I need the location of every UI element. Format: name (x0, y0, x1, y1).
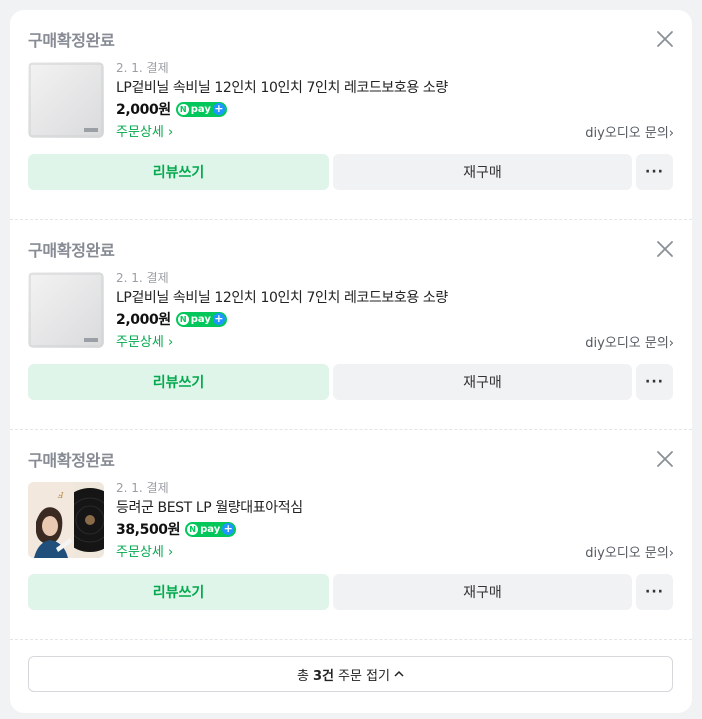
npay-n-icon: N (177, 103, 189, 115)
album-cover-thumbnail[interactable]: Ⅎ (28, 482, 104, 558)
product-price: 2,000원 (116, 312, 171, 328)
seller-inquiry-label: diy오디오 문의 (585, 126, 669, 141)
seller-inquiry-label: diy오디오 문의 (585, 336, 669, 351)
close-icon[interactable] (653, 237, 677, 261)
write-review-button[interactable]: 리뷰쓰기 (28, 364, 329, 400)
order-detail-link[interactable]: 주문상세 › (116, 331, 173, 350)
order-status: 구매확정완료 (28, 31, 115, 50)
order-detail-link[interactable]: 주문상세 › (116, 541, 173, 560)
order-detail-label: 주문상세 (116, 335, 164, 350)
npay-plus-icon: + (212, 102, 225, 115)
order-history-panel: 구매확정완료 2. 1. 결제 LP겉비닐 속비닐 12인치 10인치 7인치 … (10, 10, 692, 713)
product-thumbnail[interactable] (28, 272, 104, 348)
chevron-right-icon: › (668, 546, 674, 561)
write-review-button[interactable]: 리뷰쓰기 (28, 154, 329, 190)
npay-n-icon: N (177, 313, 189, 325)
chevron-right-icon: › (668, 126, 674, 141)
npay-badge: N pay + (175, 101, 227, 117)
fold-prefix: 총 (297, 668, 309, 684)
rebuy-button[interactable]: 재구매 (333, 154, 632, 190)
npay-plus-icon: + (212, 312, 225, 325)
collapse-orders-button[interactable]: 총 3건 주문 접기 (28, 656, 673, 692)
fold-label: 주문 접기 (338, 668, 390, 684)
npay-label: pay (190, 313, 211, 325)
order-count: 3건 (312, 668, 334, 684)
order-detail-link[interactable]: 주문상세 › (116, 121, 173, 140)
chevron-right-icon: › (167, 545, 174, 560)
more-options-button[interactable]: ··· (636, 574, 673, 610)
order-card: 구매확정완료 Ⅎ 2. 1. 결제 등려군 BEST LP 월량대표아적심 38… (10, 430, 692, 640)
price-row: 2,000원 N pay + (116, 99, 227, 119)
seller-inquiry-label: diy오디오 문의 (585, 546, 669, 561)
chevron-up-icon (394, 667, 404, 682)
rebuy-button[interactable]: 재구매 (333, 574, 632, 610)
npay-badge: N pay + (185, 521, 237, 537)
npay-plus-icon: + (222, 522, 235, 535)
seller-inquiry-link[interactable]: diy오디오 문의› (585, 332, 674, 351)
close-icon[interactable] (653, 447, 677, 471)
rebuy-button[interactable]: 재구매 (333, 364, 632, 400)
product-price: 2,000원 (116, 102, 171, 118)
write-review-button[interactable]: 리뷰쓰기 (28, 574, 329, 610)
npay-label: pay (190, 103, 211, 115)
seller-inquiry-link[interactable]: diy오디오 문의› (585, 542, 674, 561)
order-detail-label: 주문상세 (116, 125, 164, 140)
more-options-button[interactable]: ··· (636, 154, 673, 190)
price-row: 38,500원 N pay + (116, 519, 237, 539)
product-thumbnail[interactable] (28, 62, 104, 138)
npay-n-icon: N (187, 523, 199, 535)
product-price: 38,500원 (116, 522, 181, 538)
close-icon[interactable] (653, 27, 677, 51)
order-date: 2. 1. 결제 (116, 271, 169, 285)
npay-badge: N pay + (175, 311, 227, 327)
order-status: 구매확정완료 (28, 241, 115, 260)
svg-text:Ⅎ: Ⅎ (57, 491, 64, 500)
order-card: 구매확정완료 2. 1. 결제 LP겉비닐 속비닐 12인치 10인치 7인치 … (10, 220, 692, 430)
order-date: 2. 1. 결제 (116, 61, 169, 75)
seller-inquiry-link[interactable]: diy오디오 문의› (585, 122, 674, 141)
order-date: 2. 1. 결제 (116, 481, 169, 495)
product-name[interactable]: LP겉비닐 속비닐 12인치 10인치 7인치 레코드보호용 소량 (116, 287, 448, 307)
order-status: 구매확정완료 (28, 451, 115, 470)
price-row: 2,000원 N pay + (116, 309, 227, 329)
chevron-right-icon: › (167, 335, 174, 350)
product-name[interactable]: 등려군 BEST LP 월량대표아적심 (116, 497, 303, 517)
order-card: 구매확정완료 2. 1. 결제 LP겉비닐 속비닐 12인치 10인치 7인치 … (10, 10, 692, 220)
more-options-button[interactable]: ··· (636, 364, 673, 400)
chevron-right-icon: › (668, 336, 674, 351)
npay-label: pay (200, 523, 221, 535)
order-detail-label: 주문상세 (116, 545, 164, 560)
product-name[interactable]: LP겉비닐 속비닐 12인치 10인치 7인치 레코드보호용 소량 (116, 77, 448, 97)
chevron-right-icon: › (167, 125, 174, 140)
